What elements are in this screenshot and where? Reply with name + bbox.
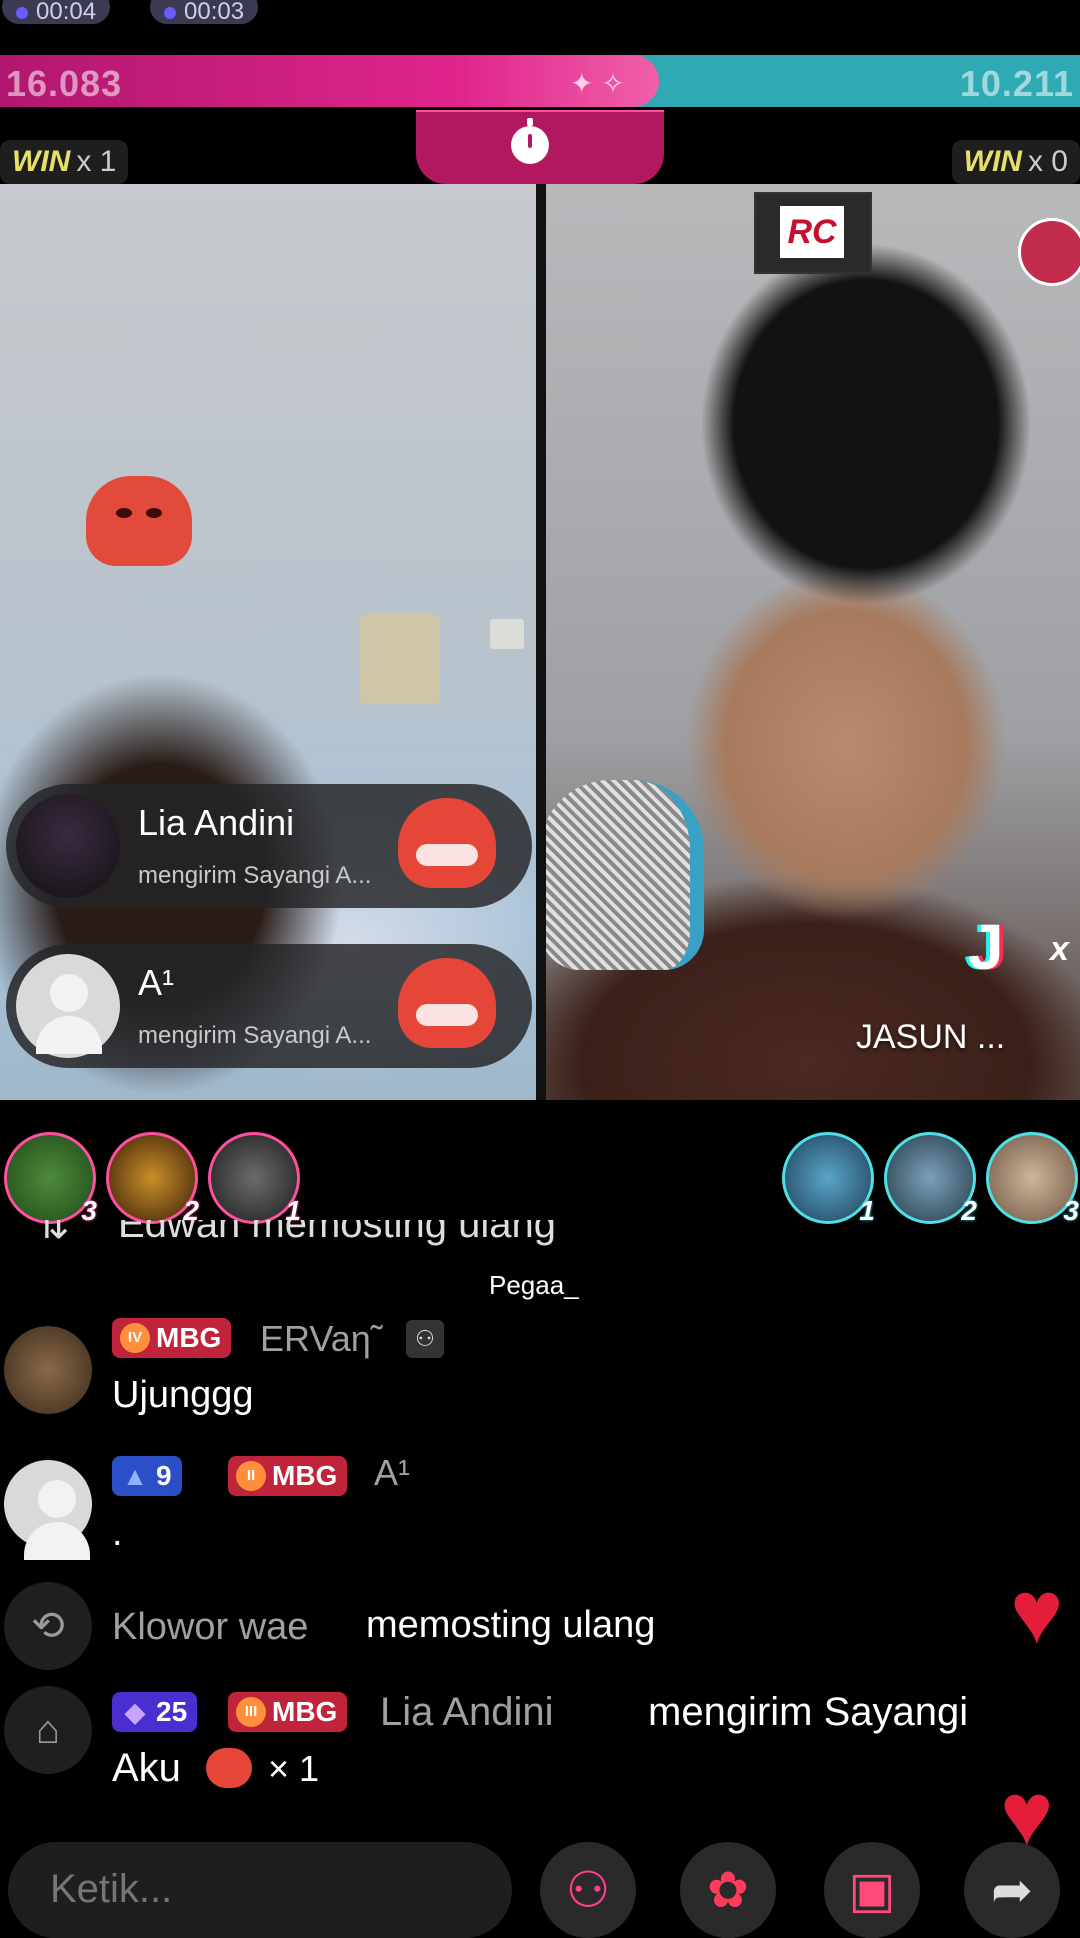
chat-message-text: memosting ulang — [366, 1604, 656, 1646]
typing-indicator: Pegaa_ — [489, 1270, 579, 1300]
mbg-badge: IV MBG — [112, 1318, 232, 1358]
avatar[interactable] — [16, 954, 120, 1058]
wall-frame: RC — [754, 192, 872, 274]
share-icon[interactable]: ➦ — [964, 1842, 1060, 1938]
contributor-avatar[interactable]: 2 — [106, 1132, 199, 1226]
multi-guest-icon[interactable]: ⚇ — [540, 1842, 636, 1938]
chat-username[interactable]: Klowor wae — [112, 1606, 308, 1649]
gift-sender-name: A¹ — [138, 962, 174, 1003]
chat-message-text: . — [112, 1512, 123, 1554]
chat-username[interactable]: A¹ — [374, 1452, 410, 1494]
stopwatch-icon — [511, 118, 549, 164]
multiplier-x: x — [1050, 930, 1069, 968]
contributor-avatar[interactable]: 1 — [208, 1132, 301, 1226]
rc-logo: RC — [780, 206, 844, 258]
microphone-image — [546, 780, 704, 970]
gift-notification: Lia Andini mengirim Sayangi A... — [6, 784, 532, 908]
avatar[interactable] — [4, 1460, 92, 1560]
level-badge: ▲ 9 — [112, 1456, 182, 1496]
chat-message-text: Ujunggg — [112, 1374, 254, 1416]
chat-scrolled-line: ⇅ Edwan memosting ulang — [0, 1220, 1080, 1260]
chat-message-text-cont: Aku — [112, 1746, 181, 1790]
gift-notification: A¹ mengirim Sayangi A... — [6, 944, 532, 1068]
gift-heart-icon — [398, 958, 496, 1048]
follow-user-icon[interactable]: ⚇ — [406, 1320, 444, 1358]
battle-score-bar: 16.083 ✦ ✧ 10.211 — [0, 55, 1080, 107]
gift-heart-icon — [398, 798, 496, 888]
right-timer: 00:03 — [150, 0, 259, 25]
left-timer: 00:04 — [2, 0, 111, 25]
gift-heart-icon — [206, 1748, 252, 1788]
spark-icon: ✦ ✧ — [570, 68, 625, 99]
floating-heart-icon: ♥ — [1010, 1563, 1064, 1663]
repost-icon: ⇅ — [36, 1220, 70, 1247]
repost-icon: ⟲ — [4, 1582, 92, 1670]
mbg-badge: II MBG — [228, 1456, 348, 1496]
chat-message-text: mengirim Sayangi — [648, 1690, 969, 1734]
contributor-avatar[interactable]: 1 — [782, 1132, 875, 1226]
wall-switch-image — [490, 619, 524, 649]
contributor-avatar[interactable]: 3 — [986, 1132, 1079, 1226]
contributor-avatar[interactable]: 3 — [4, 1132, 97, 1226]
comment-box[interactable] — [8, 1842, 512, 1938]
opponent-name[interactable]: JASUN ... — [856, 1018, 1005, 1057]
battle-timer-badge — [416, 110, 664, 184]
gift-icon[interactable]: ▣ — [824, 1842, 920, 1938]
contributor-avatar[interactable]: 2 — [884, 1132, 977, 1226]
gift-text: mengirim Sayangi A... — [138, 862, 372, 889]
timer-dot-icon — [16, 6, 28, 19]
avatar[interactable] — [16, 794, 120, 898]
chat-username[interactable]: ERVaη̃ — [260, 1318, 371, 1360]
left-win-count: WIN x 1 — [0, 140, 129, 184]
right-score: 10.211 — [959, 63, 1074, 104]
stream-divider — [536, 184, 546, 1100]
right-win-count: WIN x 0 — [951, 140, 1080, 184]
gift-count: × 1 — [268, 1748, 320, 1789]
gift-sender-name: Lia Andini — [138, 802, 295, 843]
level-triangle-icon: ▲ — [122, 1461, 148, 1491]
diamond-icon: ◆ — [125, 1697, 145, 1727]
gift-sticker-icon — [86, 476, 192, 566]
intercom-image — [360, 614, 440, 704]
comment-input[interactable] — [48, 1866, 492, 1913]
timer-dot-icon — [164, 6, 176, 19]
gift-text: mengirim Sayangi A... — [138, 1022, 372, 1049]
chat-username[interactable]: Lia Andini — [380, 1690, 553, 1735]
mbg-badge: III MBG — [228, 1692, 348, 1732]
gem-badge: ◆ 25 — [112, 1692, 198, 1732]
avatar[interactable] — [4, 1326, 92, 1414]
opponent-avatar[interactable] — [1018, 218, 1080, 286]
tiktok-logo-icon: J — [968, 911, 1004, 983]
left-score: 16.083 — [6, 63, 123, 104]
rose-icon[interactable]: ✿ — [680, 1842, 776, 1938]
gift-box-icon: ⌂ — [4, 1686, 92, 1774]
